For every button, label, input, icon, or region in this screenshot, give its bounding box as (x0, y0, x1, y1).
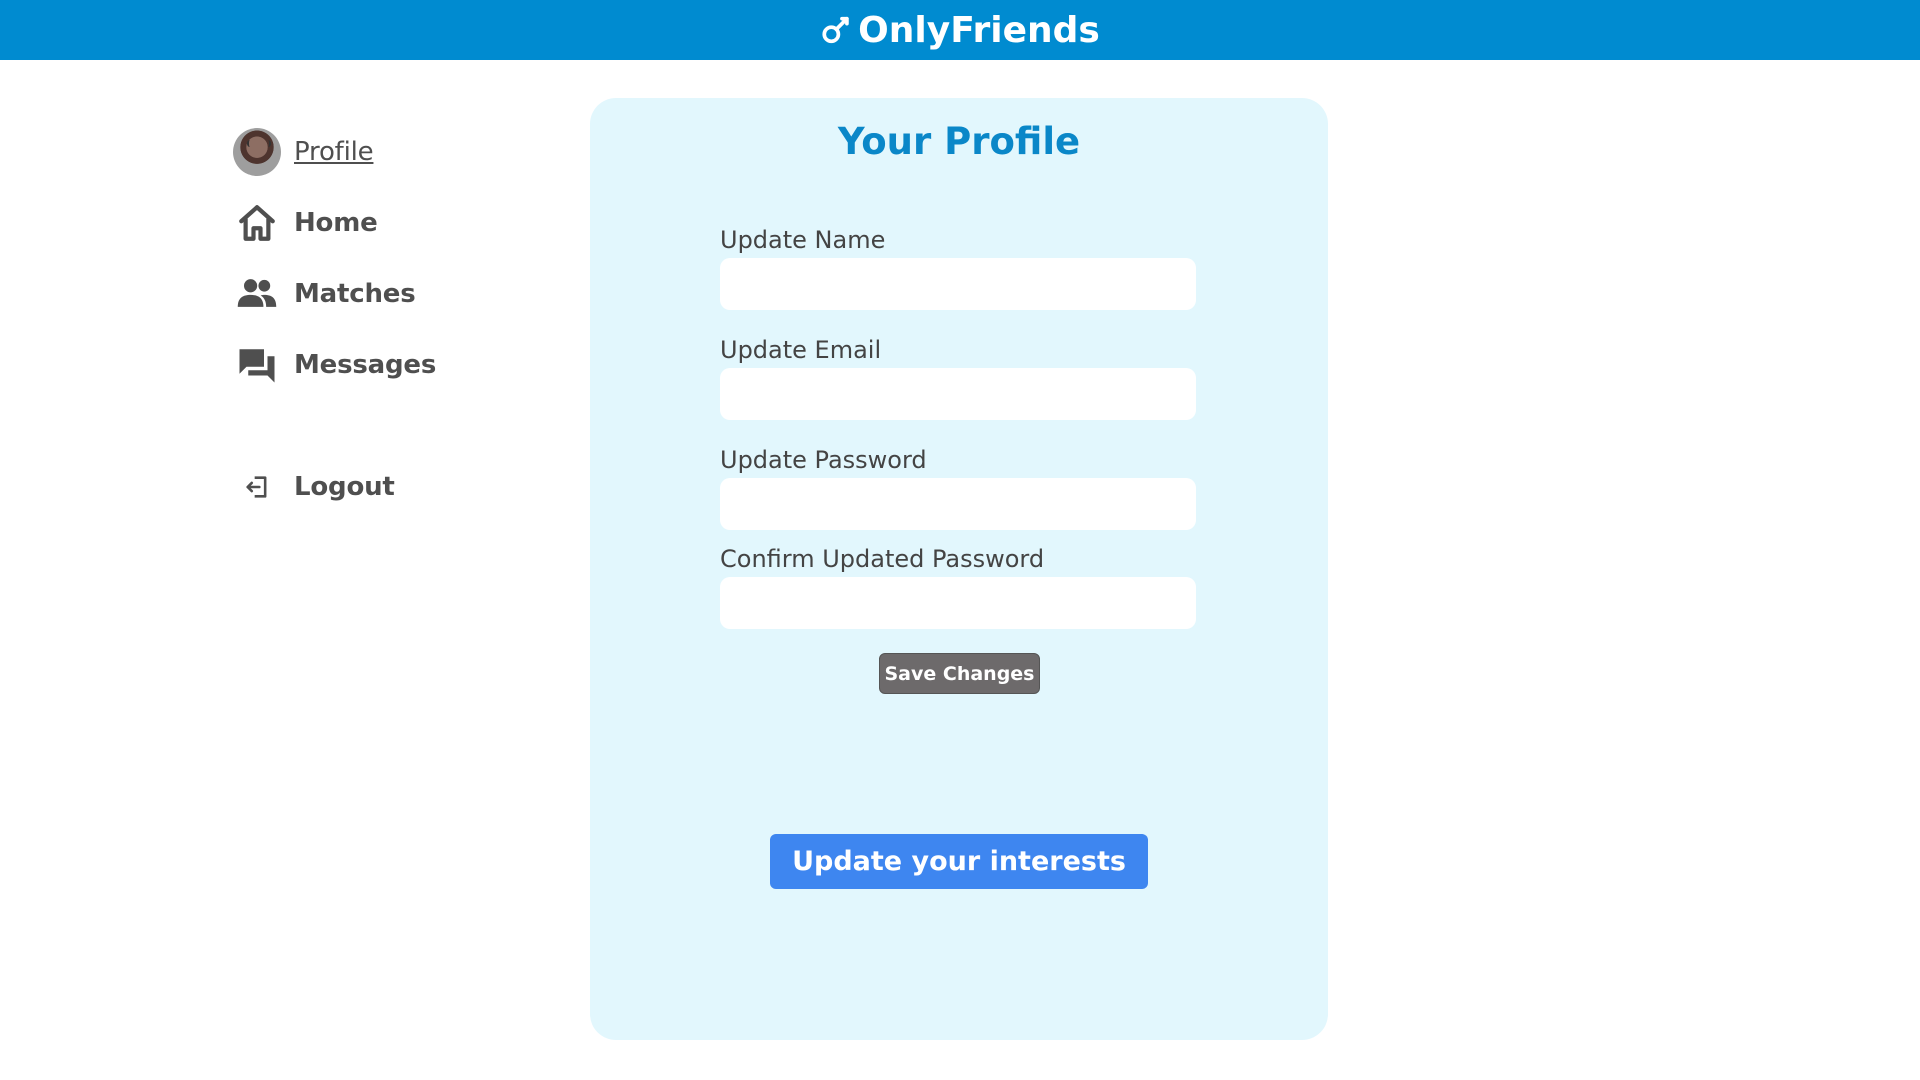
save-changes-button[interactable]: Save Changes (879, 653, 1040, 694)
avatar (233, 128, 281, 176)
sidebar-item-matches[interactable]: Matches (232, 268, 552, 320)
sidebar-item-label: Matches (294, 279, 416, 309)
page-title: Your Profile (837, 120, 1081, 163)
sidebar-item-label: Profile (294, 137, 374, 167)
password-field[interactable] (720, 478, 1196, 530)
logout-icon (232, 462, 282, 512)
logout-button[interactable]: Logout (232, 461, 552, 513)
sidebar-item-label: Messages (294, 350, 437, 380)
people-icon (232, 269, 282, 319)
sidebar-item-label: Home (294, 208, 378, 238)
profile-card: Your Profile Update Name Update Email Up… (590, 98, 1328, 1040)
brand-name: OnlyFriends (858, 9, 1100, 51)
sidebar-item-home[interactable]: Home (232, 197, 552, 249)
update-interests-button[interactable]: Update your interests (770, 834, 1148, 889)
confirm-password-field[interactable] (720, 577, 1196, 629)
logout-label: Logout (294, 472, 395, 502)
name-label: Update Name (720, 226, 886, 254)
email-label: Update Email (720, 336, 882, 364)
password-label: Update Password (720, 446, 927, 474)
sidebar-item-messages[interactable]: Messages (232, 339, 552, 391)
confirm-password-label: Confirm Updated Password (720, 545, 1045, 573)
name-field[interactable] (720, 258, 1196, 310)
brand-logo[interactable]: OnlyFriends (820, 10, 1100, 51)
chat-icon (232, 340, 282, 390)
sidebar-nav: Profile Home Matches Messages Logout (232, 126, 552, 532)
sidebar-item-profile[interactable]: Profile (232, 126, 552, 178)
key-icon (822, 16, 849, 44)
email-field[interactable] (720, 368, 1196, 420)
top-bar: OnlyFriends (0, 0, 1920, 60)
home-icon (232, 198, 282, 248)
